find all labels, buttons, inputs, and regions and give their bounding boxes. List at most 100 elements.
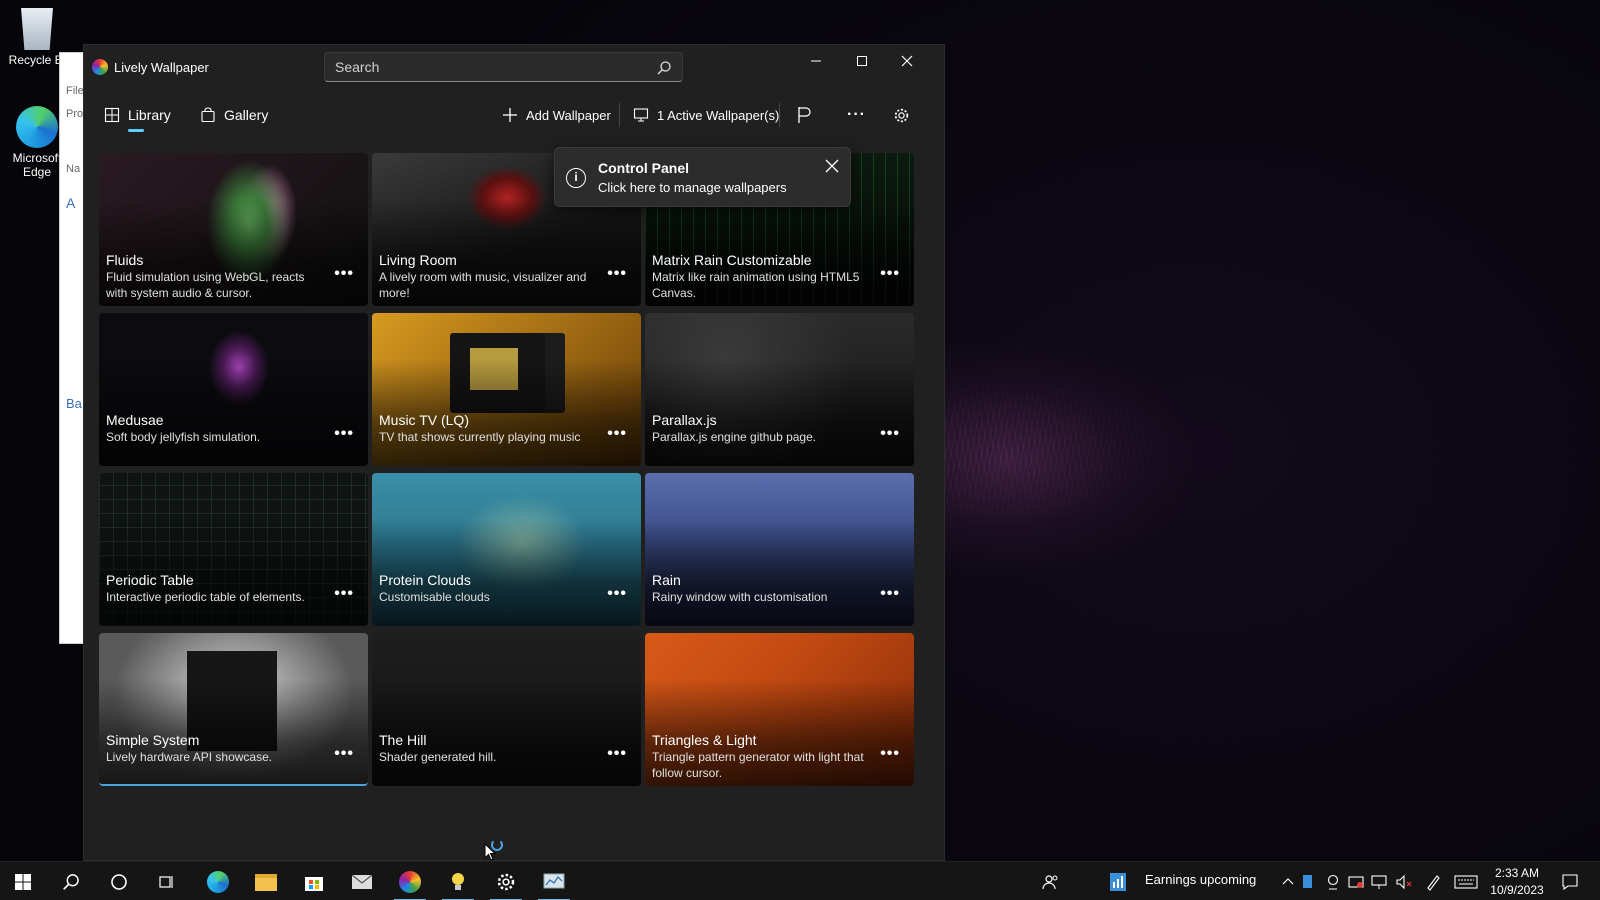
people-button[interactable] xyxy=(1031,866,1071,898)
explorer-item[interactable]: Pro xyxy=(66,108,83,120)
title-bar[interactable]: Lively Wallpaper xyxy=(84,45,944,89)
notification-icon[interactable] xyxy=(1561,873,1579,891)
tip-title: Control Panel xyxy=(598,160,690,176)
recycle-bin-icon xyxy=(21,8,53,50)
mail-icon xyxy=(351,874,373,889)
settings-button[interactable] xyxy=(893,101,910,129)
wallpaper-card-protein-clouds[interactable]: Protein Clouds Customisable clouds ••• xyxy=(372,473,641,626)
control-panel-teaching-tip[interactable]: i Control Panel Click here to manage wal… xyxy=(554,147,851,207)
stocks-icon xyxy=(1110,873,1126,891)
wallpaper-card-periodic-table[interactable]: Periodic Table Interactive periodic tabl… xyxy=(99,473,368,626)
wallpaper-card-medusae[interactable]: Medusae Soft body jellyfish simulation. … xyxy=(99,313,368,466)
search-taskbar-button[interactable] xyxy=(51,866,91,898)
tip-close-button[interactable] xyxy=(824,158,840,174)
edge-icon xyxy=(207,871,229,893)
wallpaper-more-button[interactable]: ••• xyxy=(880,265,900,283)
search-icon[interactable] xyxy=(656,60,672,76)
taskbar-edge[interactable] xyxy=(198,866,238,898)
close-window-button[interactable] xyxy=(884,45,930,77)
explorer-menu-file[interactable]: File xyxy=(66,85,84,97)
task-view-icon xyxy=(159,876,173,888)
wallpaper-description: Rainy window with customisation xyxy=(652,590,828,604)
wallpaper-card-rain[interactable]: Rain Rainy window with customisation ••• xyxy=(645,473,914,626)
news-widget-text[interactable]: Earnings upcoming xyxy=(1145,872,1256,887)
start-button[interactable] xyxy=(3,866,43,898)
security-icon[interactable] xyxy=(1348,874,1364,890)
wallpaper-title: Periodic Table xyxy=(106,572,194,588)
report-button[interactable] xyxy=(796,101,812,129)
taskbar-settings[interactable] xyxy=(486,866,526,900)
cortana-button[interactable] xyxy=(99,866,139,898)
windows-logo-icon xyxy=(15,874,31,890)
clock[interactable]: 2:33 AM 10/9/2023 xyxy=(1487,865,1547,899)
taskbar-file-explorer[interactable] xyxy=(246,866,286,898)
taskbar-lively[interactable] xyxy=(390,866,430,900)
edge-icon xyxy=(16,106,58,148)
wallpaper-description: Interactive periodic table of elements. xyxy=(106,590,305,604)
more-options-button[interactable]: ··· xyxy=(847,101,866,129)
volume-muted-icon[interactable] xyxy=(1395,874,1413,890)
webcam-icon[interactable] xyxy=(1326,874,1340,890)
wallpaper-card-music-tv[interactable]: Music TV (LQ) TV that shows currently pl… xyxy=(372,313,641,466)
wallpaper-title: Rain xyxy=(652,572,681,588)
wallpaper-title: Triangles & Light xyxy=(652,732,757,748)
tab-gallery[interactable]: Gallery xyxy=(200,101,268,129)
tray-app-icon[interactable] xyxy=(1303,875,1312,888)
wallpaper-more-button[interactable]: ••• xyxy=(334,745,354,763)
wallpaper-card-triangles-light[interactable]: Triangles & Light Triangle pattern gener… xyxy=(645,633,914,786)
taskbar-mail[interactable] xyxy=(342,866,382,898)
clock-time: 2:33 AM xyxy=(1494,866,1540,880)
wallpaper-card-parallax[interactable]: Parallax.js Parallax.js engine github pa… xyxy=(645,313,914,466)
news-widget-icon[interactable] xyxy=(1103,866,1133,898)
gallery-bag-icon xyxy=(201,107,215,123)
tab-library[interactable]: Library xyxy=(104,101,171,129)
active-tab-indicator xyxy=(128,129,144,132)
wallpaper-more-button[interactable]: ••• xyxy=(607,425,627,443)
keyboard-icon[interactable] xyxy=(1454,875,1478,889)
active-wallpapers-button[interactable]: 1 Active Wallpaper(s) xyxy=(633,101,779,129)
maximize-button[interactable] xyxy=(839,45,885,77)
close-icon xyxy=(901,55,913,67)
taskbar-resource-monitor[interactable] xyxy=(534,866,574,900)
wallpaper-more-button[interactable]: ••• xyxy=(607,265,627,283)
edge-label: Microsoft Edge xyxy=(12,151,62,179)
explorer-item[interactable]: A xyxy=(66,195,75,211)
lively-wallpaper-window: Lively Wallpaper Library Gallery Add Wal… xyxy=(83,44,945,861)
taskbar-store[interactable] xyxy=(294,866,334,898)
wallpaper-title: Medusae xyxy=(106,412,164,428)
minimize-icon xyxy=(811,60,821,62)
wallpaper-more-button[interactable]: ••• xyxy=(334,425,354,443)
explorer-item[interactable]: Ba xyxy=(66,396,82,411)
lively-logo-icon xyxy=(92,59,108,75)
minimize-button[interactable] xyxy=(793,45,839,77)
wallpaper-more-button[interactable]: ••• xyxy=(880,745,900,763)
mouse-cursor-icon xyxy=(484,843,496,861)
wallpaper-more-button[interactable]: ••• xyxy=(334,265,354,283)
active-wallpapers-label: 1 Active Wallpaper(s) xyxy=(657,107,780,123)
more-options-label: ··· xyxy=(847,106,866,123)
task-view-button[interactable] xyxy=(147,866,187,898)
taskbar-tips[interactable] xyxy=(438,866,478,900)
wallpaper-title: Fluids xyxy=(106,252,144,268)
explorer-item[interactable]: Na xyxy=(66,163,80,175)
wallpaper-card-the-hill[interactable]: The Hill Shader generated hill. ••• xyxy=(372,633,641,786)
wallpaper-card-fluids[interactable]: Fluids Fluid simulation using WebGL, rea… xyxy=(99,153,368,306)
network-icon[interactable] xyxy=(1371,874,1389,890)
taskbar: Earnings upcoming 2:33 AM 10/9/2023 xyxy=(0,861,1600,900)
wallpaper-title: Music TV (LQ) xyxy=(379,412,469,428)
pen-icon[interactable] xyxy=(1425,873,1441,891)
add-wallpaper-button[interactable]: Add Wallpaper xyxy=(502,101,611,129)
wallpaper-card-simple-system[interactable]: Simple System Lively hardware API showca… xyxy=(99,633,368,786)
wallpaper-more-button[interactable]: ••• xyxy=(334,585,354,603)
wallpaper-more-button[interactable]: ••• xyxy=(607,585,627,603)
wallpaper-more-button[interactable]: ••• xyxy=(607,745,627,763)
wallpaper-description: Fluid simulation using WebGL, reacts wit… xyxy=(106,270,305,300)
chevron-up-icon[interactable] xyxy=(1282,877,1294,885)
tab-library-label: Library xyxy=(128,107,171,123)
monitor-icon xyxy=(633,108,649,122)
search-box[interactable] xyxy=(324,52,683,82)
wallpaper-description: TV that shows currently playing music xyxy=(379,430,581,444)
wallpaper-more-button[interactable]: ••• xyxy=(880,585,900,603)
search-input[interactable] xyxy=(335,59,635,75)
wallpaper-more-button[interactable]: ••• xyxy=(880,425,900,443)
